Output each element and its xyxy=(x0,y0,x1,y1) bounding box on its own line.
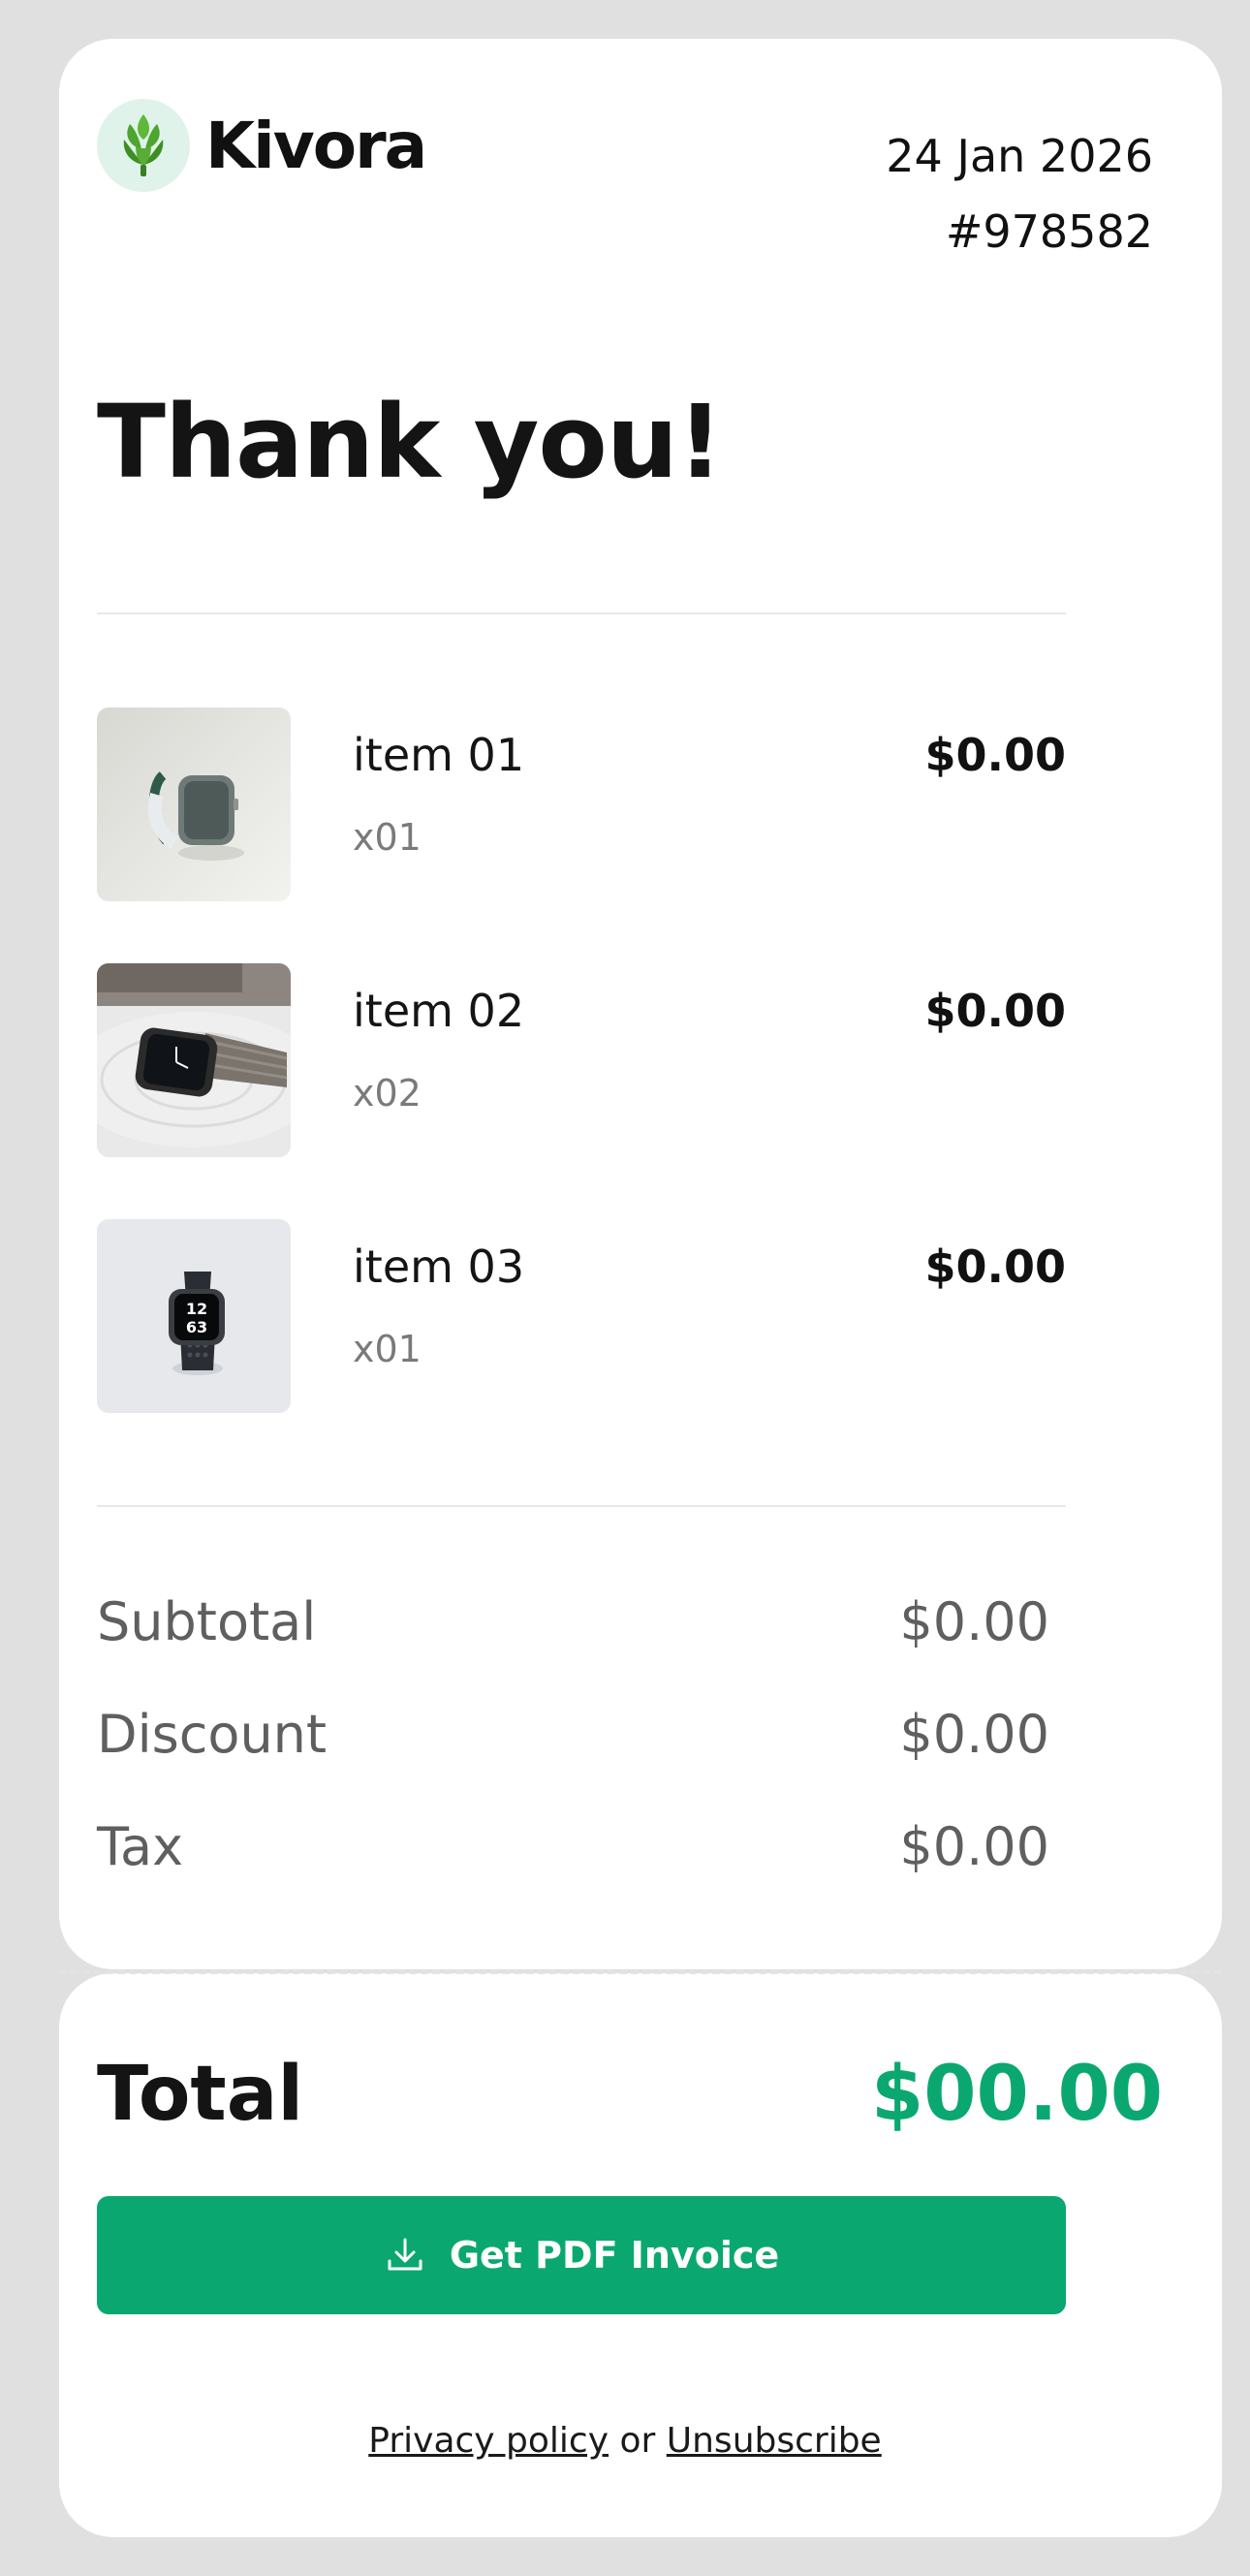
subtotal-label: Subtotal xyxy=(97,1591,317,1652)
item-name: item 03 xyxy=(353,1241,525,1293)
item-price: $0.00 xyxy=(924,985,1066,1037)
discount-row: Discount $0.00 xyxy=(97,1704,1049,1765)
product-thumbnail: 12 63 xyxy=(97,1219,291,1413)
tax-value: $0.00 xyxy=(899,1816,1049,1877)
privacy-policy-link[interactable]: Privacy policy xyxy=(368,2421,609,2461)
product-thumbnail xyxy=(97,963,291,1157)
divider xyxy=(97,1505,1066,1507)
divider xyxy=(97,613,1066,614)
unsubscribe-link[interactable]: Unsubscribe xyxy=(667,2421,882,2461)
footer-separator: or xyxy=(619,2421,656,2461)
svg-text:63: 63 xyxy=(186,1318,207,1336)
total-value: $00.00 xyxy=(871,2051,1163,2138)
list-item[interactable]: item 01 x01 $0.00 xyxy=(97,707,1066,901)
get-pdf-invoice-button[interactable]: Get PDF Invoice xyxy=(97,2196,1066,2314)
perforation-divider xyxy=(59,1970,1222,1974)
item-price: $0.00 xyxy=(924,729,1066,781)
item-price: $0.00 xyxy=(924,1241,1066,1293)
tax-row: Tax $0.00 xyxy=(97,1816,1049,1877)
list-item[interactable]: 12 63 item 03 x01 $0.00 xyxy=(97,1219,1066,1413)
page-title: Thank you! xyxy=(97,383,723,501)
footer-links: Privacy policy or Unsubscribe xyxy=(0,2421,1250,2461)
order-date: 24 Jan 2026 xyxy=(886,130,1153,182)
product-thumbnail xyxy=(97,707,291,901)
order-number: #978582 xyxy=(945,205,1153,258)
subtotal-value: $0.00 xyxy=(899,1591,1049,1652)
discount-label: Discount xyxy=(97,1704,328,1765)
item-quantity: x01 xyxy=(353,816,422,859)
pdf-button-label: Get PDF Invoice xyxy=(449,2234,780,2277)
total-label: Total xyxy=(97,2051,304,2138)
tax-label: Tax xyxy=(97,1816,184,1877)
brand-logo[interactable]: Kivora xyxy=(97,99,427,192)
download-icon xyxy=(388,2238,422,2271)
item-name: item 01 xyxy=(353,729,525,781)
order-meta: 24 Jan 2026 #978582 xyxy=(886,118,1153,269)
list-item[interactable]: item 02 x02 $0.00 xyxy=(97,963,1066,1157)
item-name: item 02 xyxy=(353,985,525,1037)
svg-text:12: 12 xyxy=(186,1300,207,1318)
brand-name: Kivora xyxy=(205,108,427,183)
artichoke-icon xyxy=(97,99,190,192)
item-quantity: x02 xyxy=(353,1072,422,1115)
discount-value: $0.00 xyxy=(899,1704,1049,1765)
item-quantity: x01 xyxy=(353,1328,422,1370)
subtotal-row: Subtotal $0.00 xyxy=(97,1591,1049,1652)
